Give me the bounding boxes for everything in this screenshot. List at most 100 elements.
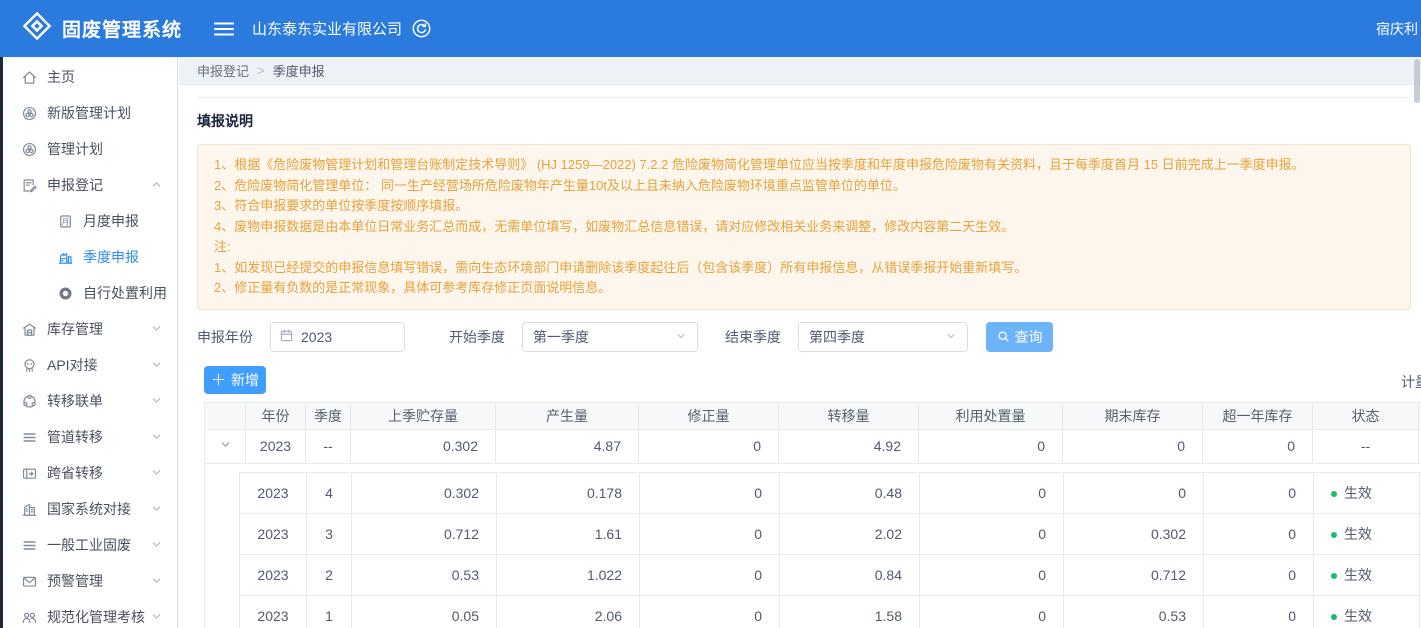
row-value: 0.712: [1064, 554, 1204, 595]
row-value: 0: [1204, 554, 1314, 595]
sidebar-item-label: 新版管理计划: [47, 103, 131, 123]
summary-value: 0: [639, 429, 779, 463]
industrial-waste-icon: [21, 537, 38, 554]
sidebar-item-label: 转移联单: [47, 391, 103, 411]
quarter-row: 202320.531.02200.8400.7120生效: [240, 554, 1421, 595]
start-quarter-select[interactable]: 第一季度: [522, 322, 698, 352]
status-dot-icon: [1331, 614, 1337, 620]
sidebar-item-transfer-manifest[interactable]: 转移联单: [0, 383, 177, 419]
row-value: 0.712: [352, 513, 497, 554]
notice-line: 1、根据《危险废物管理计划和管理台账制定技术导则》 (HJ 1259—2022)…: [214, 155, 1394, 176]
notice-line: 1、如发现已经提交的申报信息填写错误，需向生态环境部门申请删除该季度起往后（包含…: [214, 258, 1394, 279]
row-value: 0.53: [352, 554, 497, 595]
sidebar-item-label: 月度申报: [83, 211, 139, 231]
sidebar-item-label: API对接: [47, 355, 98, 375]
declare-icon: [21, 177, 38, 194]
sidebar-item-label: 跨省转移: [47, 463, 103, 483]
sidebar-item-national-system[interactable]: 国家系统对接: [0, 491, 177, 527]
panel-divider: [197, 97, 1407, 98]
user-name[interactable]: 宿庆利: [1376, 0, 1418, 57]
add-button[interactable]: ＋ 新增: [204, 366, 266, 394]
sidebar-item-declaration[interactable]: 申报登记: [0, 167, 177, 203]
collapse-row-icon[interactable]: [219, 438, 232, 451]
sidebar-item-self-disposal[interactable]: 自行处置利用: [0, 275, 177, 311]
row-value: 0.48: [780, 472, 920, 513]
status-badge: 生效: [1314, 513, 1420, 554]
sidebar-item-inventory[interactable]: 库存管理: [0, 311, 177, 347]
year-label: 申报年份: [197, 327, 253, 347]
sidebar-item-label: 主页: [47, 67, 75, 87]
quarter-row: 202310.052.0601.5800.530生效: [240, 595, 1421, 628]
sidebar-item-monthly-declaration[interactable]: 月月度申报: [0, 203, 177, 239]
row-year: 2023: [240, 595, 307, 628]
menu-toggle-icon[interactable]: [214, 21, 234, 37]
chevron-down-icon: [150, 394, 163, 407]
chevron-down-icon: [150, 538, 163, 551]
row-value: 0.84: [780, 554, 920, 595]
status-badge: 生效: [1314, 554, 1420, 595]
row-value: 2.06: [497, 595, 640, 628]
sidebar-item-label: 自行处置利用: [83, 283, 167, 303]
row-value: 0: [920, 554, 1064, 595]
sidebar-item-standard-assessment[interactable]: 规范化管理考核: [0, 599, 177, 628]
national-system-icon: [21, 501, 38, 518]
sidebar-item-label: 一般工业固废: [47, 535, 131, 555]
row-quarter: 4: [307, 472, 352, 513]
notice-line: 3、符合申报要求的单位按季度按顺序填报。: [214, 196, 1394, 217]
sidebar-item-new-management-plan[interactable]: 新版管理计划: [0, 95, 177, 131]
inventory-icon: [21, 321, 38, 338]
row-quarter: 1: [307, 595, 352, 628]
row-year: 2023: [240, 513, 307, 554]
column-header: 修正量: [639, 402, 779, 429]
year-field[interactable]: [301, 329, 391, 345]
sidebar-item-industrial-waste[interactable]: 一般工业固废: [0, 527, 177, 563]
year-input[interactable]: [270, 322, 405, 352]
row-year: 2023: [240, 554, 307, 595]
plan-new-icon: [21, 105, 38, 122]
chevron-down-icon: [150, 574, 163, 587]
breadcrumb-parent[interactable]: 申报登记: [197, 61, 249, 80]
quarter-row: 202330.7121.6102.0200.3020生效: [240, 513, 1421, 554]
quarterly-icon: [57, 249, 74, 266]
column-header: 转移量: [779, 402, 919, 429]
app-logo-icon: [22, 11, 52, 46]
sidebar-item-pipeline-transfer[interactable]: 管道转移: [0, 419, 177, 455]
sidebar-item-label: 申报登记: [47, 175, 103, 195]
cross-province-icon: [21, 465, 38, 482]
sidebar-item-label: 管道转移: [47, 427, 103, 447]
summary-value: 0: [1203, 429, 1313, 463]
search-button[interactable]: 查询: [986, 322, 1053, 352]
vertical-scrollbar-thumb[interactable]: [1414, 59, 1420, 103]
alert-icon: [21, 573, 38, 590]
column-header: 状态: [1313, 402, 1419, 429]
sidebar-item-api[interactable]: API对接: [0, 347, 177, 383]
sidebar-item-management-plan[interactable]: 管理计划: [0, 131, 177, 167]
sidebar-item-home[interactable]: 主页: [0, 59, 177, 95]
row-year: 2023: [240, 472, 307, 513]
assessment-icon: [21, 609, 38, 626]
notice-line: 注:: [214, 237, 1394, 258]
refresh-icon[interactable]: [412, 19, 431, 38]
column-header: 产生量: [496, 402, 639, 429]
table-toolbar: ＋ 新增 计量单位: [197, 366, 1421, 394]
plus-icon: ＋: [211, 369, 226, 390]
row-value: 0.302: [1064, 513, 1204, 554]
chevron-up-icon: [150, 178, 163, 191]
sidebar-item-alert-management[interactable]: 预警管理: [0, 563, 177, 599]
calendar-icon: [279, 328, 294, 346]
summary-row: 2023--0.3024.8704.92000--: [205, 429, 1421, 463]
summary-year: 2023: [246, 429, 306, 463]
row-value: 0: [640, 513, 780, 554]
pipeline-icon: [21, 429, 38, 446]
notice-line: 4、废物申报数据是由本单位日常业务汇总而成，无需单位填写，如废物汇总信息错误，请…: [214, 217, 1394, 238]
chevron-down-icon: [150, 502, 163, 515]
end-quarter-label: 结束季度: [725, 327, 781, 347]
breadcrumb: 申报登记 > 季度申报: [179, 57, 1421, 85]
sidebar-item-cross-province[interactable]: 跨省转移: [0, 455, 177, 491]
column-header: 期末库存: [1063, 402, 1203, 429]
sidebar-item-label: 库存管理: [47, 319, 103, 339]
api-icon: [21, 357, 38, 374]
sidebar-item-label: 季度申报: [83, 247, 139, 267]
sidebar-item-quarterly-declaration[interactable]: 季度申报: [0, 239, 177, 275]
end-quarter-select[interactable]: 第四季度: [798, 322, 968, 352]
